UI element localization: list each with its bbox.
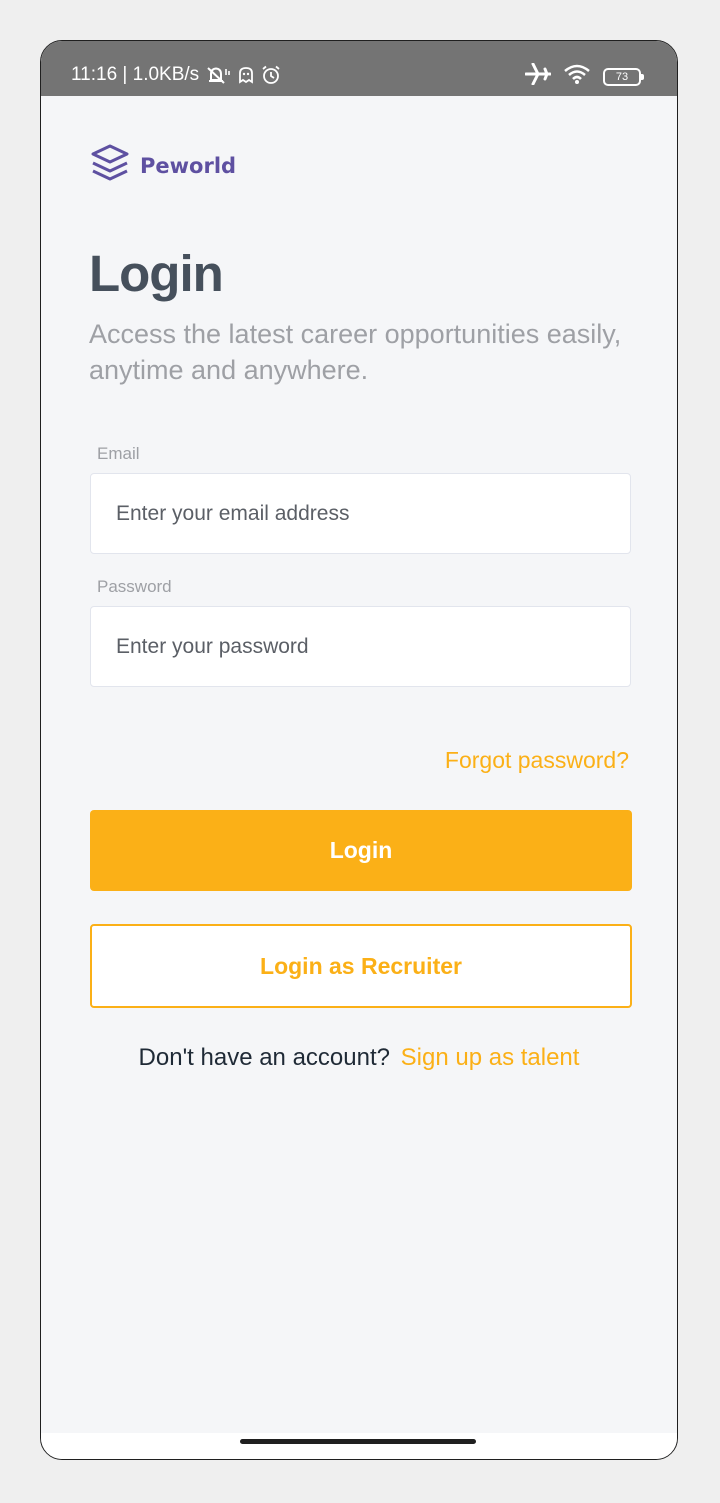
alarm-icon [261, 65, 281, 85]
email-label: Email [97, 444, 140, 463]
silent-icon [205, 65, 231, 85]
phone-frame: 11:16 | 1.0KB/s 73 Peworld Login Access … [40, 40, 678, 1460]
status-time: 11:16 | 1.0KB/s [71, 64, 200, 85]
signup-row: Don't have an account? Sign up as talent [41, 1044, 677, 1072]
status-left: 11:16 | 1.0KB/s [71, 64, 281, 86]
login-as-recruiter-button[interactable]: Login as Recruiter [90, 924, 632, 1008]
brand-logo: Peworld [90, 144, 236, 187]
status-right: 73 [524, 62, 644, 90]
signup-as-talent-link[interactable]: Sign up as talent [401, 1044, 580, 1071]
password-field[interactable] [90, 606, 631, 687]
login-button[interactable]: Login [90, 810, 632, 891]
signup-prompt: Don't have an account? [138, 1044, 390, 1071]
battery-icon: 73 [603, 67, 644, 86]
brand-name: Peworld [140, 153, 237, 178]
page-title: Login [89, 245, 224, 302]
navigation-bar [41, 1433, 677, 1459]
airplane-mode-icon [524, 62, 552, 90]
forgot-password-link[interactable]: Forgot password? [445, 747, 629, 774]
layers-logo-icon [90, 144, 130, 187]
page-subtitle: Access the latest career opportunities e… [89, 319, 622, 385]
wifi-icon [563, 63, 591, 90]
status-bar: 11:16 | 1.0KB/s 73 [41, 41, 677, 96]
password-label: Password [97, 577, 172, 596]
email-field[interactable] [90, 473, 631, 554]
home-indicator[interactable] [240, 1439, 476, 1444]
ghost-icon [237, 66, 255, 84]
